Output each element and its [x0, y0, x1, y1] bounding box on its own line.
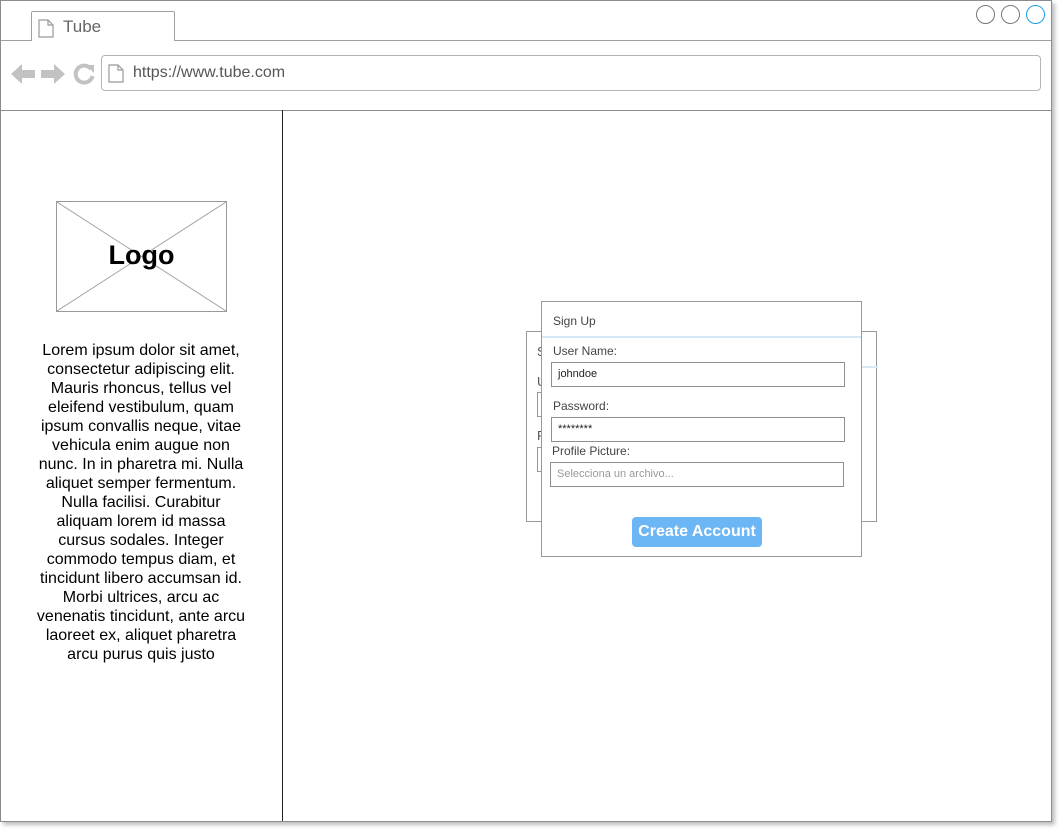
dialog-title: Sign Up — [553, 314, 596, 328]
url-text: https://www.tube.com — [133, 64, 286, 81]
dialog-divider — [542, 336, 861, 338]
reload-icon[interactable] — [73, 63, 95, 90]
navigation-bar: https://www.tube.com — [1, 41, 1051, 110]
window-minimize-button[interactable] — [976, 5, 995, 24]
back-arrow-icon[interactable] — [11, 63, 35, 90]
sidebar-description: Lorem ipsum dolor sit amet, consectetur … — [36, 342, 246, 663]
tab-title: Tube — [63, 17, 102, 36]
address-bar[interactable]: https://www.tube.com — [101, 55, 1041, 91]
password-label: Password: — [553, 399, 610, 413]
page-icon — [108, 64, 124, 88]
content-top-divider — [1, 110, 1051, 111]
username-label: User Name: — [553, 344, 618, 358]
window-maximize-button[interactable] — [1001, 5, 1020, 24]
logo-placeholder: Logo — [56, 201, 227, 312]
signup-dialog: Sign Up User Name: johndoe Password: ***… — [541, 301, 862, 557]
logo-text: Logo — [108, 240, 175, 270]
create-account-button[interactable]: Create Account — [632, 517, 762, 547]
forward-arrow-icon[interactable] — [41, 63, 65, 90]
username-input[interactable]: johndoe — [551, 362, 845, 387]
profile-picture-file-input[interactable]: Selecciona un archivo... — [550, 462, 844, 487]
window-close-button[interactable] — [1026, 5, 1045, 24]
sidebar-divider — [282, 110, 283, 821]
browser-tab[interactable]: Tube — [31, 11, 175, 41]
browser-window: Tube https://www.tube.com Logo Lorem ips… — [0, 0, 1052, 822]
profile-picture-label: Profile Picture: — [552, 444, 631, 458]
password-input[interactable]: ******** — [551, 417, 845, 442]
